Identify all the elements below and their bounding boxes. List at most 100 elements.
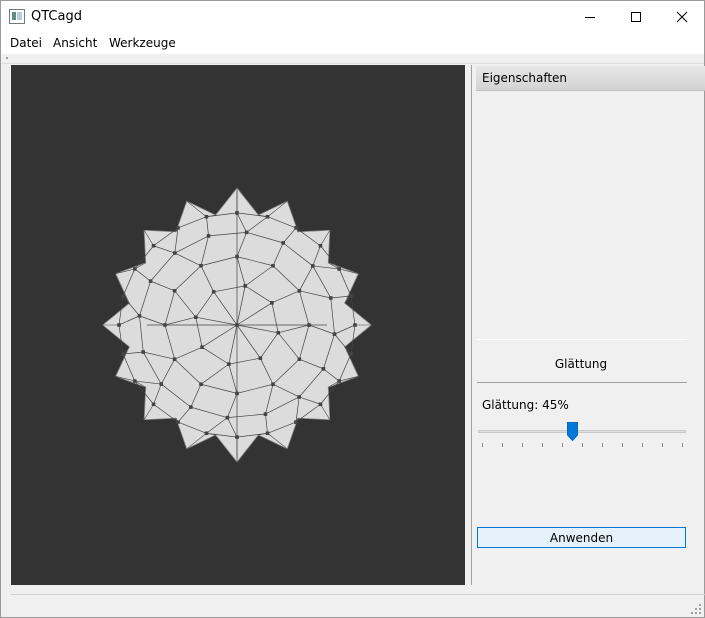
menu-werkzeuge[interactable]: Werkzeuge bbox=[109, 36, 176, 50]
minimize-button[interactable] bbox=[567, 1, 613, 32]
mesh-vertex bbox=[337, 267, 341, 271]
mesh-vertex bbox=[349, 294, 353, 298]
mesh-vertex bbox=[199, 263, 203, 268]
mesh-vertex bbox=[271, 263, 275, 268]
mesh-vertex bbox=[271, 382, 275, 387]
mesh-vertex bbox=[163, 323, 167, 327]
toolbar-area bbox=[1, 54, 704, 64]
mesh-vertex bbox=[258, 356, 263, 360]
mesh-vertex bbox=[133, 379, 137, 383]
close-icon bbox=[676, 11, 688, 22]
mesh-vertex bbox=[235, 254, 239, 259]
mesh-vertex bbox=[194, 315, 198, 320]
mesh-vertex bbox=[148, 279, 153, 283]
mesh-vertex bbox=[235, 391, 239, 396]
window-title: QTCagd bbox=[31, 9, 82, 24]
mesh-vertex bbox=[200, 345, 204, 349]
mesh-vertex bbox=[276, 330, 280, 335]
mesh-vertex bbox=[176, 420, 180, 424]
divider bbox=[477, 339, 687, 340]
mesh-vertex bbox=[294, 420, 298, 424]
mesh-vertex bbox=[321, 367, 326, 371]
mesh-vertex bbox=[318, 402, 323, 407]
smoothing-slider-track[interactable] bbox=[478, 430, 686, 433]
slider-tick bbox=[582, 443, 583, 447]
mesh-vertex bbox=[337, 379, 341, 383]
mesh-vertex bbox=[307, 323, 311, 327]
minimize-icon bbox=[585, 16, 595, 18]
slider-tick bbox=[502, 443, 503, 447]
mesh-vertex bbox=[281, 241, 285, 245]
status-bar-divider bbox=[11, 594, 705, 595]
mesh-vertex bbox=[172, 357, 177, 361]
section-title: Glättung bbox=[554, 357, 608, 371]
slider-tick bbox=[682, 443, 683, 447]
smoothing-label: Glättung: 45% bbox=[482, 398, 569, 412]
apply-button[interactable]: Anwenden bbox=[477, 527, 686, 548]
mesh-vertex bbox=[211, 290, 216, 294]
slider-tick bbox=[482, 443, 483, 447]
slider-tick bbox=[562, 443, 563, 447]
mesh-vertex bbox=[243, 284, 247, 288]
slider-tick bbox=[662, 443, 663, 447]
mesh-vertex bbox=[227, 362, 231, 366]
mesh-vertex bbox=[151, 243, 156, 248]
mesh-vertex bbox=[235, 211, 239, 215]
mesh-vertex bbox=[263, 412, 268, 416]
mesh-vertex bbox=[310, 264, 315, 268]
properties-header: Eigenschaften bbox=[476, 66, 705, 91]
mesh-vertex bbox=[270, 301, 274, 305]
mesh-vertex bbox=[265, 214, 270, 219]
mesh-view bbox=[102, 187, 372, 463]
mesh-vertex bbox=[328, 296, 333, 300]
mesh-vertex bbox=[294, 226, 298, 230]
panel-splitter[interactable] bbox=[471, 65, 472, 585]
mesh-vertex bbox=[133, 267, 137, 271]
mesh-vertex bbox=[117, 323, 121, 327]
menu-ansicht[interactable]: Ansicht bbox=[53, 36, 97, 50]
mesh-vertex bbox=[235, 435, 239, 439]
slider-tick bbox=[642, 443, 643, 447]
mesh-vertex bbox=[121, 294, 125, 298]
mesh-vertex bbox=[204, 431, 209, 436]
properties-title: Eigenschaften bbox=[482, 71, 568, 85]
mesh-vertex bbox=[159, 382, 164, 386]
mesh-vertex bbox=[297, 395, 301, 399]
mesh-vertex bbox=[204, 214, 209, 219]
title-bar[interactable]: QTCagd bbox=[1, 1, 704, 32]
mesh-vertex bbox=[206, 234, 211, 238]
mesh-vertex bbox=[225, 415, 230, 420]
menu-datei[interactable]: Datei bbox=[10, 36, 42, 50]
smoothing-slider-handle[interactable] bbox=[567, 422, 579, 441]
mesh-vertex bbox=[176, 226, 180, 230]
mesh-vertex bbox=[349, 352, 353, 356]
close-button[interactable] bbox=[659, 1, 705, 32]
mesh-vertex bbox=[199, 382, 203, 387]
slider-tick bbox=[602, 443, 603, 447]
viewport-canvas[interactable] bbox=[11, 65, 465, 585]
maximize-icon bbox=[631, 11, 641, 22]
mesh-vertex bbox=[151, 402, 156, 407]
mesh-vertex bbox=[265, 431, 270, 436]
mesh-vertex bbox=[121, 352, 125, 356]
app-icon bbox=[9, 9, 25, 24]
mesh-vertex bbox=[332, 332, 337, 336]
mesh-vertex bbox=[137, 314, 142, 318]
slider-tick bbox=[622, 443, 623, 447]
app-window: QTCagd Datei Ansicht Werkzeuge Eigenscha… bbox=[0, 0, 705, 618]
mesh-vertex bbox=[141, 350, 146, 354]
divider bbox=[477, 382, 687, 383]
mesh-vertex bbox=[244, 230, 249, 235]
menu-bar: Datei Ansicht Werkzeuge bbox=[1, 32, 704, 54]
mesh-vertex bbox=[235, 323, 239, 327]
mesh-vertex bbox=[173, 251, 177, 255]
slider-tick bbox=[542, 443, 543, 447]
mesh-vertex bbox=[189, 405, 193, 409]
toolbar-grip-handle[interactable] bbox=[6, 57, 8, 59]
slider-tick bbox=[522, 443, 523, 447]
mesh-vertex bbox=[172, 289, 177, 293]
resize-grip-icon[interactable] bbox=[691, 604, 703, 616]
maximize-button[interactable] bbox=[613, 1, 659, 32]
mesh-vertex bbox=[297, 357, 302, 361]
mesh-vertex bbox=[297, 289, 302, 293]
